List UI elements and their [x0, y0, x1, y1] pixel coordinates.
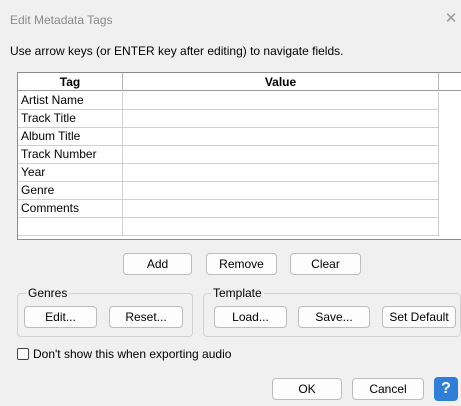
- tag-cell[interactable]: Comments: [18, 200, 123, 218]
- genres-group-label: Genres: [26, 286, 70, 300]
- value-cell[interactable]: [123, 200, 439, 218]
- metadata-grid[interactable]: Tag Value Artist Name Track Title Album …: [17, 72, 461, 240]
- value-cell[interactable]: [123, 218, 439, 236]
- table-row[interactable]: [18, 218, 439, 236]
- template-group-label: Template: [211, 286, 264, 300]
- remove-button[interactable]: Remove: [206, 253, 277, 275]
- table-row[interactable]: Artist Name: [18, 92, 439, 110]
- ok-button[interactable]: OK: [272, 378, 342, 400]
- grid-header: Tag Value: [18, 73, 461, 91]
- table-row[interactable]: Comments: [18, 200, 439, 218]
- table-row[interactable]: Year: [18, 164, 439, 182]
- add-button[interactable]: Add: [123, 253, 192, 275]
- dialog-title: Edit Metadata Tags: [10, 13, 113, 27]
- load-template-button[interactable]: Load...: [214, 306, 287, 328]
- tag-cell[interactable]: Album Title: [18, 128, 123, 146]
- tag-cell[interactable]: [18, 218, 123, 236]
- dont-show-checkbox[interactable]: [17, 348, 29, 360]
- cancel-button[interactable]: Cancel: [352, 378, 424, 400]
- reset-genres-button[interactable]: Reset...: [109, 306, 183, 328]
- tag-cell[interactable]: Genre: [18, 182, 123, 200]
- help-icon[interactable]: ?: [434, 377, 458, 401]
- value-cell[interactable]: [123, 164, 439, 182]
- value-cell[interactable]: [123, 146, 439, 164]
- close-icon[interactable]: ✕: [441, 9, 461, 29]
- tag-cell[interactable]: Track Title: [18, 110, 123, 128]
- tag-cell[interactable]: Year: [18, 164, 123, 182]
- clear-button[interactable]: Clear: [290, 253, 361, 275]
- column-header-value[interactable]: Value: [123, 73, 439, 91]
- dont-show-label[interactable]: Don't show this when exporting audio: [33, 347, 231, 361]
- value-cell[interactable]: [123, 128, 439, 146]
- save-template-button[interactable]: Save...: [298, 306, 370, 328]
- column-header-tag[interactable]: Tag: [18, 73, 123, 91]
- table-row[interactable]: Album Title: [18, 128, 439, 146]
- value-cell[interactable]: [123, 92, 439, 110]
- tag-cell[interactable]: Track Number: [18, 146, 123, 164]
- instructions-text: Use arrow keys (or ENTER key after editi…: [10, 44, 344, 58]
- tag-cell[interactable]: Artist Name: [18, 92, 123, 110]
- value-cell[interactable]: [123, 182, 439, 200]
- table-row[interactable]: Track Number: [18, 146, 439, 164]
- edit-genres-button[interactable]: Edit...: [24, 306, 97, 328]
- set-default-template-button[interactable]: Set Default: [382, 306, 456, 328]
- table-row[interactable]: Genre: [18, 182, 439, 200]
- table-row[interactable]: Track Title: [18, 110, 439, 128]
- value-cell[interactable]: [123, 110, 439, 128]
